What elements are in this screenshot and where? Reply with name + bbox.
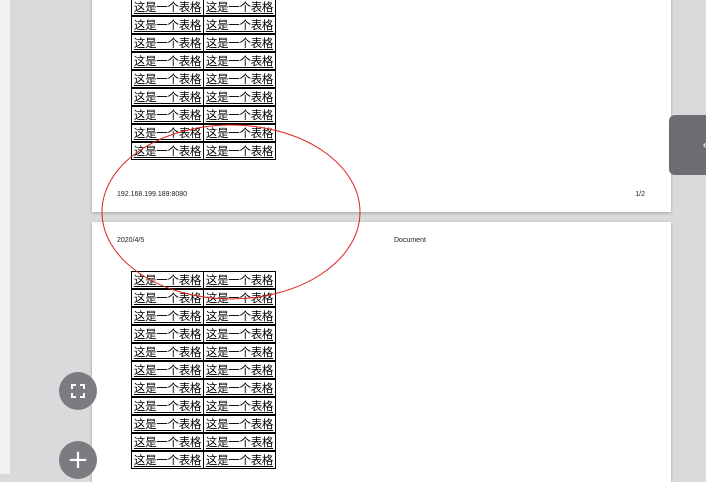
- table-cell: 这是一个表格: [131, 451, 204, 469]
- table-cell: 这是一个表格: [131, 70, 204, 88]
- left-gutter: [0, 0, 10, 474]
- table-cell: 这是一个表格: [131, 361, 204, 379]
- table-row: 这是一个表格 这是一个表格: [131, 415, 276, 433]
- table-cell: 这是一个表格: [131, 397, 204, 415]
- table-row: 这是一个表格 这是一个表格: [131, 70, 276, 88]
- table-cell: 这是一个表格: [203, 343, 276, 361]
- table-cell: 这是一个表格: [203, 88, 276, 106]
- table-cell: 这是一个表格: [203, 124, 276, 142]
- table-row: 这是一个表格 这是一个表格: [131, 289, 276, 307]
- table-row: 这是一个表格 这是一个表格: [131, 307, 276, 325]
- table-cell: 这是一个表格: [131, 379, 204, 397]
- table-cell: 这是一个表格: [131, 433, 204, 451]
- table-row: 这是一个表格 这是一个表格: [131, 106, 276, 124]
- header-title: Document: [394, 237, 426, 244]
- document-page-2: 2020/4/5 Document 这是一个表格 这是一个表格 这是一个表格 这是一个…: [92, 222, 671, 482]
- plus-icon: +: [67, 445, 89, 475]
- side-panel-tab[interactable]: ‹: [669, 115, 706, 175]
- chevron-left-icon: ‹: [702, 135, 706, 154]
- table-cell: 这是一个表格: [131, 307, 204, 325]
- fullscreen-icon: [71, 384, 85, 398]
- table-page-2: 这是一个表格 这是一个表格 这是一个表格 这是一个表格 这是一个表格 这是一个表格 这是一个…: [131, 271, 276, 469]
- table-cell: 这是一个表格: [131, 325, 204, 343]
- table-cell: 这是一个表格: [203, 106, 276, 124]
- table-cell: 这是一个表格: [131, 289, 204, 307]
- table-row: 这是一个表格 这是一个表格: [131, 361, 276, 379]
- table-cell: 这是一个表格: [131, 343, 204, 361]
- footer-url: 192.168.199.189:8080: [117, 191, 188, 198]
- table-cell: 这是一个表格: [203, 397, 276, 415]
- table-cell: 这是一个表格: [131, 124, 204, 142]
- table-row: 这是一个表格 这是一个表格: [131, 34, 276, 52]
- table-cell: 这是一个表格: [203, 52, 276, 70]
- table-row: 这是一个表格 这是一个表格: [131, 271, 276, 289]
- table-cell: 这是一个表格: [203, 433, 276, 451]
- table-cell: 这是一个表格: [203, 307, 276, 325]
- table-cell: 这是一个表格: [131, 106, 204, 124]
- table-cell: 这是一个表格: [203, 0, 276, 16]
- add-button[interactable]: +: [59, 441, 97, 479]
- table-row: 这是一个表格 这是一个表格: [131, 124, 276, 142]
- table-row: 这是一个表格 这是一个表格: [131, 142, 276, 160]
- table-row: 这是一个表格 这是一个表格: [131, 325, 276, 343]
- table-cell: 这是一个表格: [203, 415, 276, 433]
- table-cell: 这是一个表格: [131, 88, 204, 106]
- table-cell: 这是一个表格: [203, 379, 276, 397]
- table-cell: 这是一个表格: [131, 0, 204, 16]
- header-date: 2020/4/5: [117, 237, 145, 244]
- table-cell: 这是一个表格: [203, 289, 276, 307]
- table-page-1: 这是一个表格 这是一个表格 这是一个表格 这是一个表格 这是一个表格 这是一个表格 这是一个…: [131, 0, 276, 160]
- table-row: 这是一个表格 这是一个表格: [131, 88, 276, 106]
- table-cell: 这是一个表格: [131, 271, 204, 289]
- table-cell: 这是一个表格: [203, 325, 276, 343]
- table-cell: 这是一个表格: [131, 34, 204, 52]
- table-cell: 这是一个表格: [131, 142, 204, 160]
- table-row: 这是一个表格 这是一个表格: [131, 379, 276, 397]
- table-cell: 这是一个表格: [203, 16, 276, 34]
- table-row: 这是一个表格 这是一个表格: [131, 451, 276, 469]
- table-row: 这是一个表格 这是一个表格: [131, 343, 276, 361]
- table-cell: 这是一个表格: [203, 361, 276, 379]
- table-cell: 这是一个表格: [203, 70, 276, 88]
- footer-page-number: 1/2: [635, 191, 645, 198]
- table-row: 这是一个表格 这是一个表格: [131, 52, 276, 70]
- table-cell: 这是一个表格: [131, 415, 204, 433]
- table-cell: 这是一个表格: [203, 451, 276, 469]
- table-row: 这是一个表格 这是一个表格: [131, 397, 276, 415]
- fullscreen-button[interactable]: [59, 372, 97, 410]
- table-row: 这是一个表格 这是一个表格: [131, 0, 276, 16]
- table-cell: 这是一个表格: [203, 142, 276, 160]
- table-cell: 这是一个表格: [203, 271, 276, 289]
- table-cell: 这是一个表格: [203, 34, 276, 52]
- table-row: 这是一个表格 这是一个表格: [131, 433, 276, 451]
- table-cell: 这是一个表格: [131, 16, 204, 34]
- document-page-1: 这是一个表格 这是一个表格 这是一个表格 这是一个表格 这是一个表格 这是一个表格 这是一个…: [92, 0, 671, 212]
- table-row: 这是一个表格 这是一个表格: [131, 16, 276, 34]
- table-cell: 这是一个表格: [131, 52, 204, 70]
